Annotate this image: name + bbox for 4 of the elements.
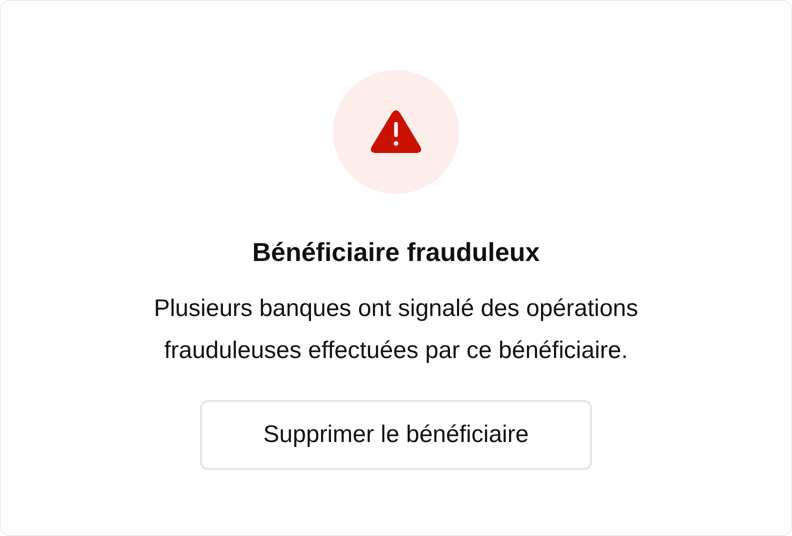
dialog-title: Bénéficiaire frauduleux	[252, 236, 540, 269]
warning-icon	[370, 110, 422, 154]
delete-button[interactable]: Supprimer le bénéficiaire	[200, 400, 592, 470]
dialog-message: Plusieurs banques ont signalé des opérations frauduleuses effectuées par ce bénéficiaire.	[152, 294, 640, 366]
